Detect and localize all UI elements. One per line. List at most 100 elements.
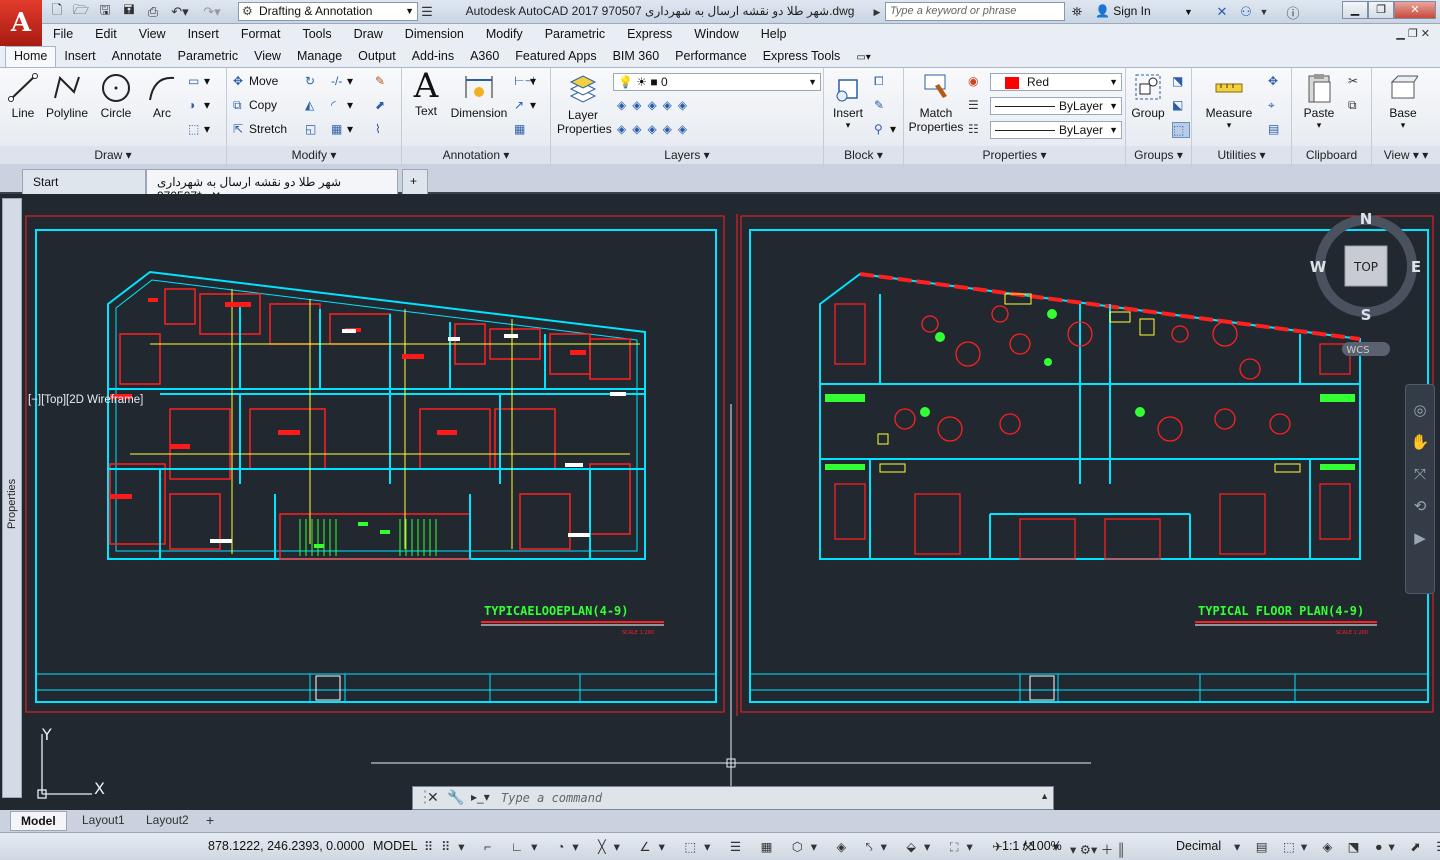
restore-button[interactable]: ❐ — [1368, 1, 1394, 19]
open-icon[interactable]: 🗁 — [72, 2, 90, 21]
paste-button[interactable]: Paste ▾ — [1296, 72, 1342, 131]
command-input[interactable]: Type a command — [501, 791, 602, 805]
modify-panel-title[interactable]: Modify ▾ — [227, 146, 401, 164]
color-wheel-icon[interactable]: ◉ — [968, 74, 984, 88]
offset-icon[interactable]: ⌇ — [375, 122, 391, 136]
customize-toolbar-icon[interactable]: ☰ — [420, 3, 434, 21]
properties-palette-collapsed[interactable]: Properties — [2, 198, 22, 798]
annotation-scale[interactable]: 1:1 / 100% — [1002, 839, 1062, 853]
polyline-button[interactable]: Polyline — [44, 72, 90, 120]
ribbon-options-icon[interactable]: ▭▾ — [848, 49, 878, 70]
properties-panel-title[interactable]: Properties ▾ — [904, 146, 1125, 164]
add-layout-button[interactable]: + — [200, 811, 220, 831]
rotate-icon[interactable]: ↻ — [305, 74, 321, 88]
save-as-icon[interactable]: 🖬 — [120, 2, 138, 21]
tab-insert[interactable]: Insert — [56, 46, 103, 67]
close-button[interactable]: ✕ — [1394, 1, 1436, 19]
tab-featured-apps[interactable]: Featured Apps — [507, 46, 604, 67]
showmotion-icon[interactable]: ▶ — [1406, 523, 1434, 555]
stretch-button[interactable]: ⇱ Stretch — [233, 122, 287, 136]
group-button[interactable]: Group — [1128, 72, 1168, 120]
menu-dimension[interactable]: Dimension — [394, 24, 475, 41]
draw-panel-title[interactable]: Draw ▾ — [0, 146, 226, 164]
menu-modify[interactable]: Modify — [475, 24, 534, 41]
trim-icon[interactable]: -/- ▾ — [331, 74, 353, 88]
ungroup-icon[interactable]: ⬔ — [1172, 74, 1188, 88]
fillet-icon[interactable]: ◜ ▾ — [331, 98, 353, 112]
tab-home[interactable]: Home — [5, 46, 57, 67]
doc-window-controls[interactable]: ▁ ❐ ✕ — [1396, 27, 1430, 40]
tab-a360[interactable]: A360 — [462, 46, 507, 67]
tab-layout1[interactable]: Layout1 — [72, 811, 135, 831]
sign-in-button[interactable]: 👤 Sign In ▼ — [1095, 4, 1193, 18]
rectangle-icon[interactable]: ▭ ▾ — [188, 74, 210, 88]
close-icon[interactable]: ✕ — [427, 789, 439, 806]
tab-view[interactable]: View — [246, 46, 289, 67]
arc-button[interactable]: Arc — [140, 72, 184, 120]
menu-view[interactable]: View — [128, 24, 177, 41]
units-dropdown[interactable]: Decimal — [1176, 839, 1221, 853]
menu-draw[interactable]: Draw — [343, 24, 394, 41]
copy-button[interactable]: ⧉ Copy — [233, 98, 277, 113]
drawing-canvas[interactable]: TYPICAELOOEPLAN(4-9) SCALE 1:200 TYPICAL… — [0, 194, 1440, 810]
menu-tools[interactable]: Tools — [291, 24, 342, 41]
tab-start[interactable]: Start — [22, 169, 146, 194]
lineweight-icon[interactable]: ☰ — [968, 98, 984, 112]
menu-parametric[interactable]: Parametric — [534, 24, 616, 41]
chevron-right-icon[interactable]: ▶ — [872, 3, 882, 21]
quick-select-icon[interactable]: ✥ — [1268, 74, 1284, 88]
layer-tools-row-2[interactable]: ◈◈◈◈◈ — [617, 122, 693, 136]
line-button[interactable]: Line — [4, 72, 42, 120]
minimize-button[interactable]: ▁ — [1342, 1, 1368, 19]
navigation-bar[interactable]: ◎ ✋ ⤧ ⟲ ▶ — [1405, 384, 1435, 594]
explode-icon[interactable]: ⬈ — [375, 98, 391, 112]
color-dropdown[interactable]: Red ▼ — [990, 73, 1122, 91]
a360-icon[interactable]: ⚇ — [1236, 3, 1256, 21]
tab-express-tools[interactable]: Express Tools — [755, 46, 849, 67]
zoom-icon[interactable]: ⤧ — [1406, 459, 1434, 491]
cut-icon[interactable]: ✂ — [1348, 74, 1364, 88]
mirror-icon[interactable]: ◭ — [305, 98, 321, 112]
new-icon[interactable]: 🗋 — [48, 2, 66, 21]
leader-icon[interactable]: ↗ ▾ — [514, 98, 536, 112]
create-block-icon[interactable]: ⧠ — [874, 74, 890, 89]
wrench-icon[interactable]: 🔧 — [447, 789, 464, 806]
workspace-dropdown[interactable]: ⚙ Drafting & Annotation ▼ — [238, 2, 418, 21]
base-button[interactable]: Base ▾ — [1380, 72, 1426, 131]
help-icon[interactable]: ⓘ — [1284, 3, 1302, 21]
tab-parametric[interactable]: Parametric — [170, 46, 246, 67]
menu-help[interactable]: Help — [750, 24, 798, 41]
layer-properties-button[interactable]: Layer Properties — [557, 74, 612, 136]
tab-bim360[interactable]: BIM 360 — [605, 46, 668, 67]
layer-dropdown[interactable]: 💡 ☀ ■ 0 ▼ — [613, 73, 821, 91]
linear-dim-icon[interactable]: ⊢⊣▾ — [514, 74, 536, 88]
tab-model[interactable]: Model — [10, 811, 67, 831]
group-select-icon[interactable]: ⬚ — [1172, 122, 1190, 138]
view-panel-title[interactable]: View ▾ ▾ — [1372, 146, 1440, 164]
menu-format[interactable]: Format — [230, 24, 292, 41]
redo-icon[interactable]: ↷▾ — [200, 3, 224, 21]
tab-annotate[interactable]: Annotate — [104, 46, 170, 67]
copy-clip-icon[interactable]: ⧉ — [1348, 98, 1364, 113]
region-icon[interactable]: ⬚ ▾ — [188, 122, 210, 136]
text-button[interactable]: A Text — [406, 69, 446, 118]
hatch-icon[interactable]: ◑ ▾ — [188, 98, 210, 112]
scale-icon[interactable]: ◱ — [305, 122, 321, 136]
command-prompt-icon[interactable]: ▸_▾ — [471, 790, 490, 804]
drafting-toggles[interactable]: ⠿⠿▾ ⌐ ∟▾ ◔▾ ╳▾ ∠▾ ⬚▾ ☰ ▦ ⬡▾ ◈ ⤣▾ ⬙▾ ⛶▾ ✈… — [424, 839, 1067, 855]
menu-express[interactable]: Express — [616, 24, 683, 41]
menu-window[interactable]: Window — [683, 24, 749, 41]
array-icon[interactable]: ▦ ▾ — [331, 122, 353, 136]
command-line[interactable]: ⋮ ✕ 🔧 ▸_▾ Type a command ▲ — [412, 786, 1054, 810]
tab-add-ins[interactable]: Add-ins — [404, 46, 462, 67]
steering-wheel-icon[interactable]: ◎ — [1406, 395, 1434, 427]
table-icon[interactable]: ▦ — [514, 122, 530, 136]
edit-block-icon[interactable]: ✎ — [874, 98, 890, 112]
pan-icon[interactable]: ✋ — [1406, 427, 1434, 459]
menu-edit[interactable]: Edit — [84, 24, 128, 41]
menu-insert[interactable]: Insert — [177, 24, 230, 41]
binoculars-icon[interactable]: ⛯ — [1068, 3, 1086, 21]
plot-icon[interactable]: ⎙ — [144, 3, 162, 21]
tab-layout2[interactable]: Layout2 — [136, 811, 199, 831]
viewport-controls-label[interactable]: [−][Top][2D Wireframe] — [28, 394, 143, 406]
